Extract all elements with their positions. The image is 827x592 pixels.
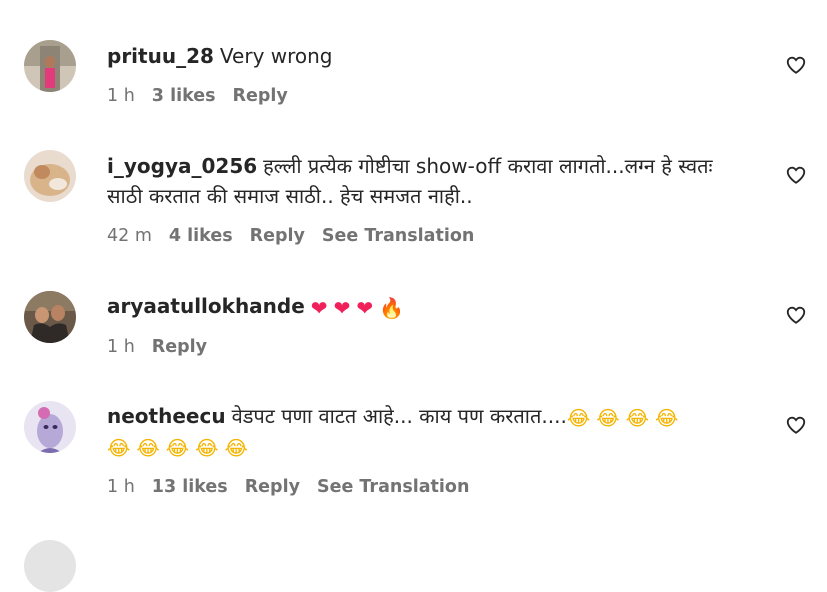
laughing-emoji: 😂 — [596, 406, 620, 430]
laughing-emoji: 😂 — [195, 436, 219, 460]
red-heart-emoji: ❤ — [333, 296, 351, 320]
laughing-emoji: 😂 — [625, 406, 649, 430]
see-translation-button[interactable]: See Translation — [322, 226, 474, 246]
red-heart-emoji: ❤ — [356, 296, 374, 320]
heart-outline-icon[interactable] — [785, 54, 807, 76]
comment-meta: 1 h Reply — [107, 337, 224, 357]
comment-likes[interactable]: 4 likes — [169, 226, 233, 246]
fire-emoji: 🔥 — [379, 296, 404, 320]
comment-likes[interactable]: 3 likes — [152, 86, 216, 106]
avatar[interactable] — [24, 401, 76, 453]
reply-button[interactable]: Reply — [245, 477, 300, 497]
laughing-emoji: 😂 — [107, 436, 131, 460]
comment-username[interactable]: neotheecu — [107, 404, 226, 428]
comment-meta: 1 h 3 likes Reply — [107, 86, 305, 106]
comment-text: i_yogya_0256 हल्ली प्रत्येक गोष्टीचा show… — [107, 151, 737, 211]
laughing-emoji: 😂 — [654, 406, 679, 430]
reply-button[interactable]: Reply — [250, 226, 305, 246]
laughing-emoji: 😂 — [136, 436, 160, 460]
reply-button[interactable]: Reply — [233, 86, 288, 106]
avatar[interactable] — [24, 40, 76, 92]
comment-username[interactable]: i_yogya_0256 — [107, 154, 257, 178]
reply-button[interactable]: Reply — [152, 337, 207, 357]
laughing-emoji: 😂 — [224, 436, 248, 460]
comment-body: Very wrong — [219, 44, 333, 68]
avatar[interactable] — [24, 150, 76, 202]
comment-text: neotheecu वेडपट पणा वाटत आहे... काय पण कर… — [107, 401, 747, 461]
heart-outline-icon[interactable] — [785, 414, 807, 436]
comment-time[interactable]: 1 h — [107, 86, 135, 106]
laughing-emoji: 😂 — [566, 406, 591, 430]
comment-time[interactable]: 1 h — [107, 477, 135, 497]
comment-meta: 42 m 4 likes Reply See Translation — [107, 226, 491, 246]
red-heart-emoji: ❤ — [310, 296, 328, 320]
comment-likes[interactable]: 13 likes — [152, 477, 228, 497]
comment-text: prituu_28 Very wrong — [107, 41, 747, 71]
comment-time[interactable]: 1 h — [107, 337, 135, 357]
comment-time[interactable]: 42 m — [107, 226, 152, 246]
heart-outline-icon[interactable] — [785, 164, 807, 186]
comment-text: aryaatullokhande ❤ ❤ ❤ 🔥 — [107, 291, 747, 321]
avatar[interactable] — [24, 291, 76, 343]
see-translation-button[interactable]: See Translation — [317, 477, 469, 497]
comment-meta: 1 h 13 likes Reply See Translation — [107, 477, 486, 497]
comment-username[interactable]: prituu_28 — [107, 44, 214, 68]
heart-outline-icon[interactable] — [785, 304, 807, 326]
comment-username[interactable]: aryaatullokhande — [107, 294, 305, 318]
comment-body: वेडपट पणा वाटत आहे... काय पण करतात.... — [231, 404, 567, 428]
laughing-emoji: 😂 — [165, 436, 190, 460]
